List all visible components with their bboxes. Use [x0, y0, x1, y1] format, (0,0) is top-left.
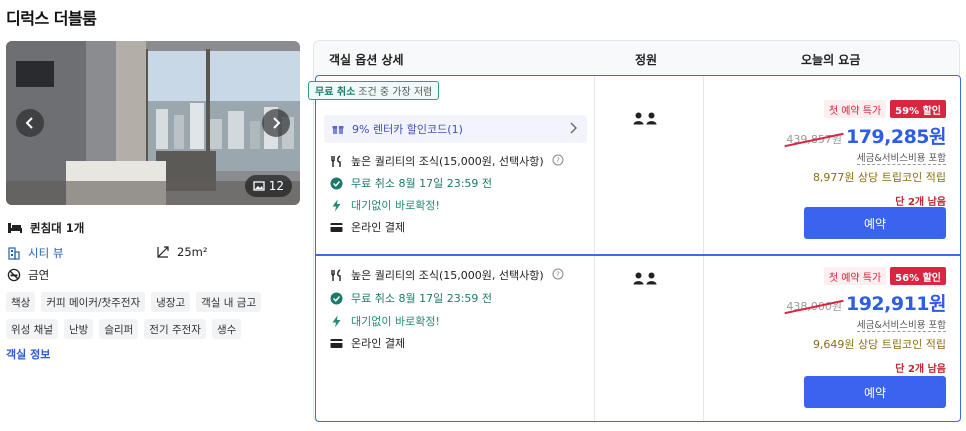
gift-icon — [332, 126, 344, 134]
discount-badge: 59% 할인 — [890, 100, 946, 118]
check-circle-icon — [330, 292, 343, 304]
first-booking-badge: 첫 예약 특가 — [823, 267, 887, 285]
area-icon — [157, 246, 169, 258]
chevron-left-icon — [25, 117, 33, 129]
original-price: 438,000원 — [786, 300, 842, 313]
amenity-chip: 슬리퍼 — [99, 319, 139, 339]
amenity-chip: 생수 — [211, 319, 242, 339]
gallery-icon — [253, 181, 265, 191]
previous-photo-button[interactable] — [16, 109, 44, 137]
person-icon — [646, 112, 657, 125]
room-info-link[interactable]: 객실 정보 — [6, 346, 50, 362]
free-cancel-line: 무료 취소 8월 17일 23:59 전 — [330, 290, 492, 306]
lightning-icon — [332, 199, 341, 211]
photo-count: 12 — [268, 179, 284, 193]
reserve-button[interactable]: 예약 — [804, 207, 946, 239]
trip-coin-note: 9,649원 상당 트립코인 적립 — [812, 338, 946, 351]
price-block: 첫 예약 특가 59% 할인 439,857원 179,285원 세금&서비스비… — [786, 100, 947, 208]
breakfast-line: 높은 퀄리티의 조식(15,000원, 선택사항) — [330, 153, 544, 169]
photo-count-badge[interactable]: 12 — [244, 175, 292, 197]
free-cancel-label: 무료 취소 8월 17일 23:59 전 — [351, 177, 493, 190]
original-price: 439,857원 — [786, 133, 842, 146]
tax-included-note[interactable]: 세금&서비스비용 포함 — [856, 317, 946, 332]
discount-badge: 56% 할인 — [890, 267, 946, 285]
rate-table-header: 객실 옵션 상세 정원 오늘의 요금 — [314, 41, 959, 75]
help-icon[interactable]: ? — [552, 268, 564, 280]
chevron-right-icon — [273, 117, 281, 129]
amenity-chip: 객실 내 금고 — [196, 292, 262, 312]
trip-coin-note: 8,977원 상당 트립코인 적립 — [812, 171, 946, 184]
free-cancel-label: 무료 취소 8월 17일 23:59 전 — [351, 292, 493, 305]
amenity-chip: 난방 — [63, 319, 94, 339]
amenity-chip: 냉장고 — [151, 292, 191, 312]
instant-confirm-label: 대기없이 바로확정! — [351, 315, 440, 328]
smoking-label: 금연 — [28, 268, 50, 282]
remaining-rooms: 단 2개 남음 — [895, 364, 946, 375]
tax-included-note[interactable]: 세금&서비스비용 포함 — [856, 150, 946, 165]
sale-price: 179,285원 — [845, 126, 947, 148]
price-block: 첫 예약 특가 56% 할인 438,000원 192,911원 세금&서비스비… — [786, 267, 947, 375]
rental-car-coupon[interactable]: 9% 렌터카 할인코드(1) — [324, 115, 587, 143]
svg-text:?: ? — [556, 157, 560, 165]
check-circle-icon — [330, 177, 343, 189]
amenity-chip: 위성 채널 — [6, 319, 58, 339]
utensils-icon — [331, 268, 341, 281]
cheapest-free-cancel-badge: 무료 취소 조건 중 가장 저렴 — [308, 81, 440, 100]
lightning-icon — [332, 315, 341, 327]
payment-line: 온라인 결제 — [330, 219, 405, 235]
payment-label: 온라인 결제 — [351, 337, 406, 350]
breakfast-line: 높은 퀄리티의 조식(15,000원, 선택사항) — [330, 267, 544, 283]
badge-bold-text: 무료 취소 — [315, 87, 356, 98]
amenity-chip: 전기 주전자 — [144, 319, 206, 339]
room-title: 디럭스 더블룸 — [6, 9, 97, 28]
next-photo-button[interactable] — [262, 109, 290, 137]
header-option: 객실 옵션 상세 — [329, 53, 404, 67]
amenities-list: 책상 커피 메이커/찻주전자 냉장고 객실 내 금고 위성 채널 난방 슬리퍼 … — [6, 292, 306, 339]
person-icon — [633, 272, 644, 285]
coupon-label: 9% 렌터카 할인코드(1) — [352, 123, 463, 136]
credit-card-icon — [330, 222, 343, 232]
header-price: 오늘의 요금 — [801, 53, 861, 67]
rate-table: 객실 옵션 상세 정원 오늘의 요금 무료 취소 조건 중 가장 저렴 9% 렌… — [308, 40, 961, 422]
svg-text:?: ? — [556, 271, 560, 279]
person-icon — [646, 272, 657, 285]
view-info: 시티 뷰 — [7, 245, 63, 261]
payment-line: 온라인 결제 — [330, 335, 405, 351]
bed-icon — [8, 223, 22, 233]
bed-label: 퀸침대 1개 — [30, 221, 85, 235]
building-icon — [8, 247, 20, 260]
area-label: 25m² — [177, 245, 208, 259]
breakfast-label: 높은 퀄리티의 조식(15,000원, 선택사항) — [351, 155, 544, 168]
person-icon — [633, 112, 644, 125]
reserve-button[interactable]: 예약 — [804, 376, 946, 408]
amenity-chip: 커피 메이커/찻주전자 — [41, 292, 146, 312]
first-booking-badge: 첫 예약 특가 — [823, 100, 887, 118]
amenity-chip: 책상 — [6, 292, 36, 312]
breakfast-label: 높은 퀄리티의 조식(15,000원, 선택사항) — [351, 269, 544, 282]
chevron-right-icon — [570, 122, 577, 134]
area-info: 25m² — [156, 245, 207, 259]
capacity-2-icon — [633, 272, 657, 285]
rate-option-2: 높은 퀄리티의 조식(15,000원, 선택사항) ? 무료 취소 8월 17일… — [315, 255, 961, 422]
bed-info: 퀸침대 1개 — [7, 220, 84, 236]
payment-label: 온라인 결제 — [351, 221, 406, 234]
instant-confirm-label: 대기없이 바로확정! — [351, 199, 440, 212]
smoking-info: 금연 — [7, 267, 49, 283]
free-cancel-line: 무료 취소 8월 17일 23:59 전 — [330, 175, 492, 191]
badge-text: 조건 중 가장 저렴 — [358, 87, 433, 98]
rate-option-1: 무료 취소 조건 중 가장 저렴 9% 렌터카 할인코드(1) 높은 퀄리티의 … — [308, 75, 961, 255]
room-photo[interactable]: 12 — [6, 41, 300, 205]
instant-confirm-line: 대기없이 바로확정! — [330, 197, 440, 213]
view-label: 시티 뷰 — [28, 246, 64, 260]
no-smoking-icon — [7, 268, 21, 282]
capacity-2-icon — [633, 112, 657, 125]
utensils-icon — [331, 154, 341, 167]
sale-price: 192,911원 — [845, 293, 947, 315]
instant-confirm-line: 대기없이 바로확정! — [330, 313, 440, 329]
help-icon[interactable]: ? — [552, 154, 564, 166]
header-capacity: 정원 — [635, 53, 658, 67]
remaining-rooms: 단 2개 남음 — [895, 197, 946, 208]
credit-card-icon — [330, 338, 343, 348]
